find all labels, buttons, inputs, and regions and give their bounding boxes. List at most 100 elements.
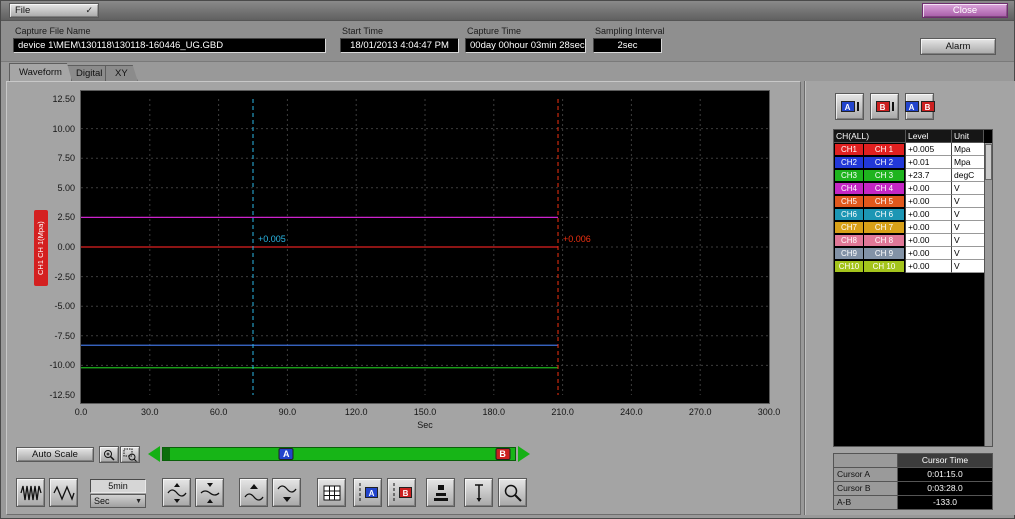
scrollbar-thumb[interactable] [985,144,992,180]
cursor-time-rows: Cursor A0:01:15.0Cursor B0:03:28.0A-B-13… [834,468,992,510]
x-tick-label: 210.0 [551,407,574,417]
cursor-b-button[interactable]: B [387,478,416,507]
stamp-icon [430,482,452,504]
position-up-button[interactable] [239,478,268,507]
sampling-interval-label: Sampling Interval [595,26,665,36]
channel-level-value: +0.00 [906,234,952,247]
capture-file-name-label: Capture File Name [15,26,91,36]
auto-scale-button[interactable]: Auto Scale [16,447,94,462]
waveform-up-icon [243,482,265,504]
channel-id-cell: CH4CH 4 [834,182,906,195]
x-tick-label: 300.0 [758,407,781,417]
cursor-a-display-button[interactable]: A [835,93,864,120]
cursor-ab-display-button[interactable]: A B [905,93,934,120]
stamp-button[interactable] [426,478,455,507]
expand-waveform-icon [53,483,75,503]
cursor-time-title: Cursor Time [898,454,992,468]
cursor-time-row-label: Cursor A [834,468,898,482]
channel-id-badge: CH8 [835,235,863,246]
grid-icon [321,482,343,504]
cursor-a-flag-icon: A [841,101,855,112]
channel-name-badge: CH 5 [864,196,904,207]
scrollbar-notch [163,448,170,460]
scrollbar-marker-b[interactable]: B [495,448,510,460]
channel-level-value: +0.00 [906,247,952,260]
capture-time-value: 00day 00hour 03min 28sec [465,38,586,53]
channel-row[interactable]: CH2CH 2+0.01Mpa [834,156,992,169]
channel-unit-value: V [952,234,984,247]
channel-id-badge: CH6 [835,209,863,220]
scrollbar-marker-a[interactable]: A [279,448,294,460]
scrollbar-track[interactable]: A B [162,447,516,461]
amplitude-compress-button[interactable] [195,478,224,507]
x-tick-label: 60.0 [210,407,228,417]
channel-row[interactable]: CH3CH 3+23.7degC [834,169,992,182]
scroll-right-arrow[interactable] [518,446,530,462]
file-button[interactable]: File ✓ [9,3,99,18]
cursor-ab-a-flag-icon: A [905,101,919,112]
channel-row[interactable]: CH7CH 7+0.00V [834,221,992,234]
channel-unit-value: V [952,208,984,221]
x-axis-ticks: 0.030.060.090.0120.0150.0180.0210.0240.0… [81,407,769,418]
channel-id-badge: CH2 [835,157,863,168]
alarm-button[interactable]: Alarm [920,38,996,55]
cursor-value-panel: A B A B CH(ALL) Level Unit CH1CH 1+0.005… [804,81,1015,515]
tab-waveform[interactable]: Waveform [9,63,72,81]
cursor-ruler-icon [468,482,490,504]
compress-waveform-icon [20,483,42,503]
cursor-b-display-button[interactable]: B [870,93,899,120]
x-tick-label: 120.0 [345,407,368,417]
waveform-chart[interactable]: +0.005+0.006 [80,90,770,404]
zoom-area-small-button[interactable] [120,446,140,463]
channel-name-badge: CH 4 [864,183,904,194]
channel-row[interactable]: CH6CH 6+0.00V [834,208,992,221]
unit-column-header: Unit [952,130,984,143]
amplitude-expand-button[interactable] [162,478,191,507]
scroll-left-arrow[interactable] [148,446,160,462]
cursor-time-header-spacer [834,454,898,468]
channel-unit-value: V [952,247,984,260]
channel-id-cell: CH8CH 8 [834,234,906,247]
digital-grid-button[interactable] [317,478,346,507]
x-tick-label: 0.0 [75,407,88,417]
y-tick-label: -2.50 [54,272,75,282]
channel-level-value: +23.7 [906,169,952,182]
time-unit-select[interactable]: Sec ▼ [90,494,146,508]
channel-table-scrollbar[interactable] [984,143,992,446]
channel-level-value: +0.00 [906,260,952,273]
close-button[interactable]: Close [922,3,1008,18]
y-tick-label: 7.50 [57,153,75,163]
amplitude-compress-icon [199,482,221,504]
channel-row[interactable]: CH8CH 8+0.00V [834,234,992,247]
channel-id-badge: CH9 [835,248,863,259]
time-range-select[interactable]: 5min [90,479,146,493]
cursor-a-button[interactable]: A [353,478,382,507]
channel-id-badge: CH7 [835,222,863,233]
waveform-plot-svg [81,99,769,395]
cursor-move-button[interactable] [464,478,493,507]
channel-level-value: +0.01 [906,156,952,169]
time-compress-button[interactable] [16,478,45,507]
channel-row[interactable]: CH5CH 5+0.00V [834,195,992,208]
tab-xy[interactable]: XY [105,65,138,81]
position-down-button[interactable] [272,478,301,507]
cursor-a-value-label: +0.005 [258,234,286,244]
waveform-down-icon [276,482,298,504]
channel-row[interactable]: CH1CH 1+0.005Mpa [834,143,992,156]
channel-unit-value: V [952,221,984,234]
sampling-interval-field-group: Sampling Interval 2sec [593,21,662,61]
time-expand-button[interactable] [49,478,78,507]
zoom-button[interactable] [498,478,527,507]
channel-id-cell: CH3CH 3 [834,169,906,182]
channel-id-badge: CH10 [835,261,863,272]
channel-unit-value: V [952,260,984,273]
channel-level-table: CH(ALL) Level Unit CH1CH 1+0.005MpaCH2CH… [833,129,993,447]
channel-id-cell: CH9CH 9 [834,247,906,260]
channel-column-header[interactable]: CH(ALL) [834,130,906,143]
zoom-in-small-button[interactable] [99,446,119,463]
channel-row[interactable]: CH9CH 9+0.00V [834,247,992,260]
channel-row[interactable]: CH4CH 4+0.00V [834,182,992,195]
channel-name-badge: CH 1 [864,144,904,155]
file-check-icon: ✓ [85,5,93,16]
channel-row[interactable]: CH10CH 10+0.00V [834,260,992,273]
